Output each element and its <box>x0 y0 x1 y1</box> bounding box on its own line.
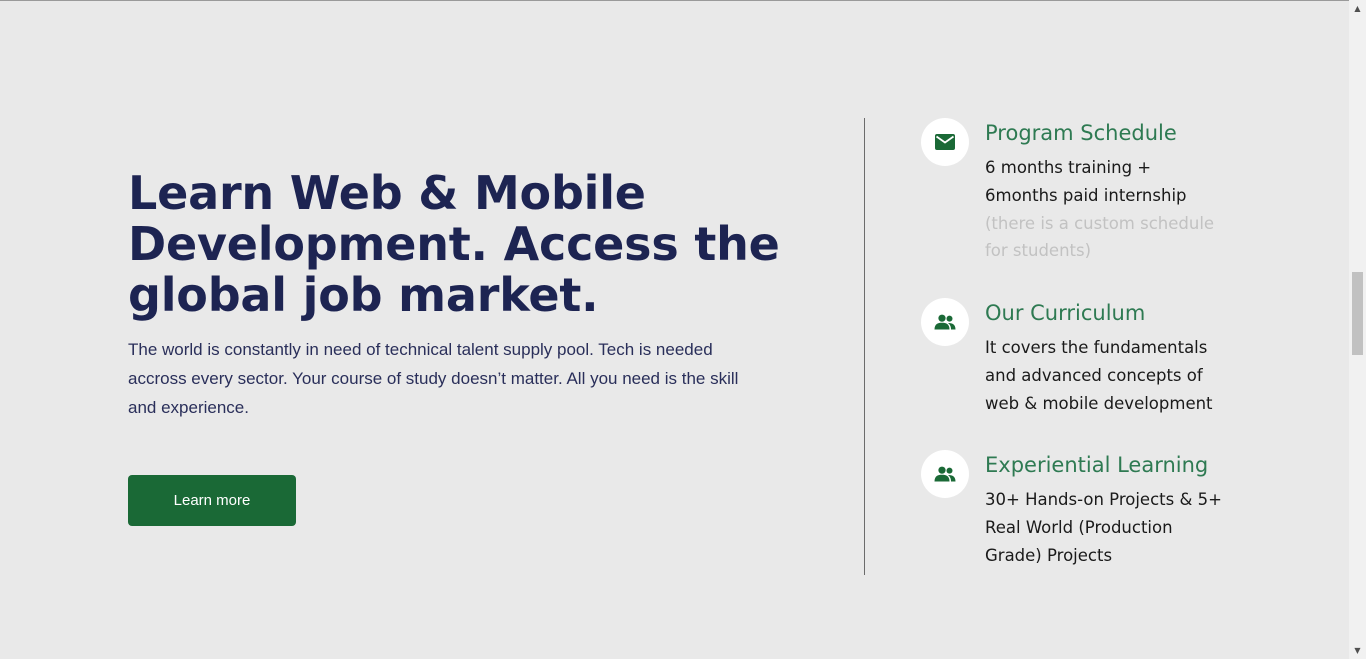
people-icon <box>921 298 969 346</box>
hero-title: Learn Web & Mobile Development. Access t… <box>128 166 780 322</box>
feature-title: Program Schedule <box>985 121 1177 145</box>
vertical-scrollbar[interactable]: ▲ ▼ <box>1349 0 1366 659</box>
page-content: Learn Web & Mobile Development. Access t… <box>0 0 1349 659</box>
mail-icon <box>921 118 969 166</box>
scroll-up-arrow-icon[interactable]: ▲ <box>1349 0 1366 17</box>
hero-description: The world is constantly in need of techn… <box>128 340 739 417</box>
learn-more-button[interactable]: Learn more <box>128 475 296 526</box>
people-icon <box>921 450 969 498</box>
scroll-down-arrow-icon[interactable]: ▼ <box>1349 642 1366 659</box>
feature-title: Experiential Learning <box>985 453 1209 477</box>
vertical-divider <box>864 118 865 575</box>
scrollbar-thumb[interactable] <box>1352 272 1363 355</box>
feature-description: 6 months training + 6months paid interns… <box>985 158 1187 205</box>
feature-description: It covers the fundamentals and advanced … <box>985 338 1213 413</box>
feature-description: 30+ Hands-on Projects & 5+ Real World (P… <box>985 490 1222 565</box>
feature-experiential-learning: Experiential Learning 30+ Hands-on Proje… <box>921 450 1241 580</box>
hero-section: Learn Web & Mobile Development. Access t… <box>128 168 808 422</box>
feature-title: Our Curriculum <box>985 301 1146 325</box>
feature-our-curriculum: Our Curriculum It covers the fundamental… <box>921 298 1241 428</box>
feature-program-schedule: Program Schedule 6 months training + 6mo… <box>921 118 1241 278</box>
feature-note: (there is a custom schedule for students… <box>985 214 1215 260</box>
